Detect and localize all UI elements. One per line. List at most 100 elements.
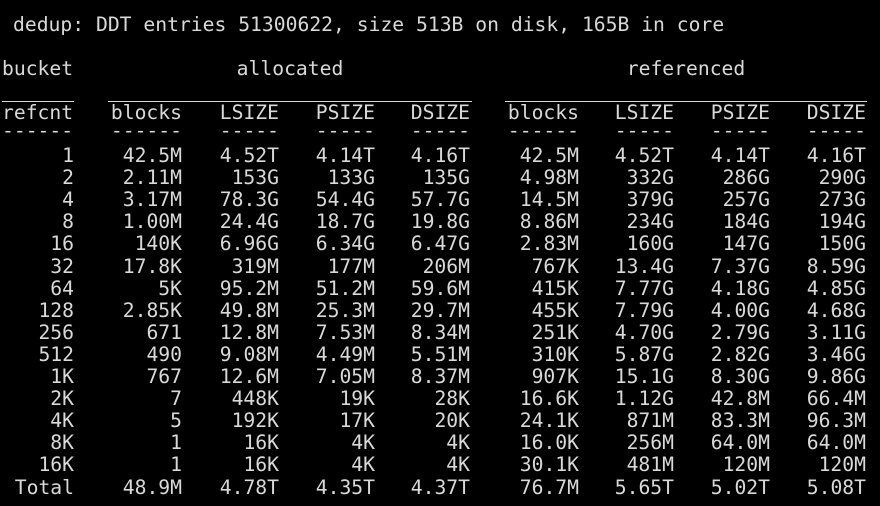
alloc-dsize-cell: 4K xyxy=(446,453,470,476)
alloc-lsize-total-cell: 4.78T xyxy=(219,476,279,499)
alloc-dsize-cell: 20K xyxy=(434,409,470,432)
alloc-blocks-cell: 3.17M xyxy=(122,188,182,211)
refcnt-cell: 128 xyxy=(38,299,74,322)
alloc-blocks-cell: 140K xyxy=(134,232,182,255)
ref-psize-cell: 83.3M xyxy=(710,409,770,432)
ref-dsize-cell: 120M xyxy=(818,453,866,476)
refcnt-cell: 8K xyxy=(50,431,74,454)
refcnt-cell: 256 xyxy=(38,321,74,344)
ref-psize-separator: ----- xyxy=(710,119,770,142)
ref-dsize-cell: 194G xyxy=(818,210,866,233)
refcnt-cell: 2K xyxy=(50,387,74,410)
dedup-summary-line: dedup: DDT entries 51300622, size 513B o… xyxy=(0,14,880,36)
alloc-dsize-cell: 8.34M xyxy=(410,321,470,344)
referenced-group-label: referenced xyxy=(626,57,746,80)
alloc-blocks-cell: 5 xyxy=(170,409,182,432)
ref-lsize-cell: 1.12G xyxy=(614,387,674,410)
alloc-lsize-separator: ----- xyxy=(219,119,279,142)
ref-lsize-cell: 481M xyxy=(626,453,674,476)
ref-blocks-cell: 8.86M xyxy=(519,210,579,233)
table-row: 16K 1 16K 4K 4K 30.1K 481M 120M 120M xyxy=(0,454,880,476)
alloc-dsize-cell: 59.6M xyxy=(410,277,470,300)
alloc-lsize-cell: 16K xyxy=(243,453,279,476)
table-row: 1 42.5M 4.52T 4.14T 4.16T 42.5M 4.52T 4.14T 4.16… xyxy=(0,145,880,167)
ref-lsize-cell: 256M xyxy=(626,431,674,454)
ref-dsize-cell: 150G xyxy=(818,232,866,255)
alloc-psize-cell: 25.3M xyxy=(315,299,375,322)
alloc-lsize-cell: 153G xyxy=(231,166,279,189)
alloc-blocks-cell: 767 xyxy=(146,365,182,388)
alloc-psize-cell: 4K xyxy=(351,431,375,454)
refcnt-cell: 1K xyxy=(50,365,74,388)
refcnt-separator: ------ xyxy=(2,119,74,142)
alloc-blocks-cell: 671 xyxy=(146,321,182,344)
ref-lsize-separator: ----- xyxy=(614,119,674,142)
ref-psize-cell: 2.82G xyxy=(710,343,770,366)
alloc-blocks-cell: 7 xyxy=(170,387,182,410)
alloc-lsize-cell: 24.4G xyxy=(219,210,279,233)
total-label: Total xyxy=(14,476,74,499)
ref-psize-cell: 147G xyxy=(722,232,770,255)
alloc-blocks-cell: 1 xyxy=(170,453,182,476)
alloc-psize-cell: 7.53M xyxy=(315,321,375,344)
table-row: 2 2.11M 153G 133G 135G 4.98M 332G 286G 290G xyxy=(0,167,880,189)
ref-blocks-cell: 310K xyxy=(531,343,579,366)
ref-psize-cell: 4.00G xyxy=(710,299,770,322)
ref-blocks-separator: ------ xyxy=(507,119,579,142)
table-row: 8 1.00M 24.4G 18.7G 19.8G 8.86M 234G 184G 194G xyxy=(0,211,880,233)
terminal-window: dedup: DDT entries 51300622, size 513B o… xyxy=(0,0,880,506)
ref-blocks-cell: 251K xyxy=(531,321,579,344)
alloc-blocks-cell: 42.5M xyxy=(122,144,182,167)
alloc-blocks-cell: 2.85K xyxy=(122,299,182,322)
ref-dsize-cell: 3.46G xyxy=(806,343,866,366)
refcnt-cell: 1 xyxy=(62,144,74,167)
alloc-psize-cell: 51.2M xyxy=(315,277,375,300)
refcnt-cell: 16 xyxy=(50,232,74,255)
alloc-psize-cell: 18.7G xyxy=(315,210,375,233)
ref-blocks-cell: 455K xyxy=(531,299,579,322)
ref-lsize-cell: 7.79G xyxy=(614,299,674,322)
alloc-dsize-cell: 19.8G xyxy=(410,210,470,233)
ref-lsize-cell: 4.70G xyxy=(614,321,674,344)
ref-lsize-cell: 160G xyxy=(626,232,674,255)
alloc-psize-cell: 4.14T xyxy=(315,144,375,167)
ref-psize-cell: 7.37G xyxy=(710,255,770,278)
ref-psize-cell: 8.30G xyxy=(710,365,770,388)
table-row: 1K 767 12.6M 7.05M 8.37M 907K 15.1G 8.30G 9.86G xyxy=(0,366,880,388)
ref-lsize-cell: 234G xyxy=(626,210,674,233)
ref-blocks-cell: 415K xyxy=(531,277,579,300)
alloc-lsize-cell: 448K xyxy=(231,387,279,410)
alloc-dsize-cell: 28K xyxy=(434,387,470,410)
ref-psize-cell: 120M xyxy=(722,453,770,476)
bucket-group-label: bucket xyxy=(2,57,74,80)
ref-blocks-cell: 2.83M xyxy=(519,232,579,255)
alloc-dsize-separator: ----- xyxy=(410,119,470,142)
table-row: 64 5K 95.2M 51.2M 59.6M 415K 7.77G 4.18G 4.85G xyxy=(0,278,880,300)
ref-blocks-cell: 16.0K xyxy=(519,431,579,454)
ref-lsize-total-cell: 5.65T xyxy=(614,476,674,499)
ref-blocks-cell: 14.5M xyxy=(519,188,579,211)
table-row: 512 490 9.08M 4.49M 5.51M 310K 5.87G 2.82G 3.46G xyxy=(0,344,880,366)
ref-lsize-cell: 871M xyxy=(626,409,674,432)
alloc-lsize-cell: 95.2M xyxy=(219,277,279,300)
alloc-dsize-cell: 206M xyxy=(422,255,470,278)
allocated-group-label: allocated xyxy=(236,57,344,80)
alloc-psize-cell: 7.05M xyxy=(315,365,375,388)
total-row: Total 48.9M 4.78T 4.35T 4.37T 76.7M 5.65T 5.02T… xyxy=(0,477,880,499)
ref-blocks-cell: 16.6K xyxy=(519,387,579,410)
refcnt-cell: 32 xyxy=(50,255,74,278)
alloc-dsize-cell: 4.16T xyxy=(410,144,470,167)
table-row: 16 140K 6.96G 6.34G 6.47G 2.83M 160G 147G 150G xyxy=(0,233,880,255)
alloc-blocks-cell: 17.8K xyxy=(122,255,182,278)
ref-blocks-cell: 767K xyxy=(531,255,579,278)
ref-dsize-cell: 66.4M xyxy=(806,387,866,410)
table-row: 2K 7 448K 19K 28K 16.6K 1.12G 42.8M 66.4M xyxy=(0,388,880,410)
ref-blocks-cell: 4.98M xyxy=(519,166,579,189)
alloc-psize-cell: 4.49M xyxy=(315,343,375,366)
alloc-blocks-separator: ------ xyxy=(110,119,182,142)
ref-lsize-cell: 4.52T xyxy=(614,144,674,167)
alloc-blocks-cell: 1.00M xyxy=(122,210,182,233)
ref-psize-cell: 4.18G xyxy=(710,277,770,300)
alloc-lsize-cell: 78.3G xyxy=(219,188,279,211)
alloc-blocks-total-cell: 48.9M xyxy=(122,476,182,499)
